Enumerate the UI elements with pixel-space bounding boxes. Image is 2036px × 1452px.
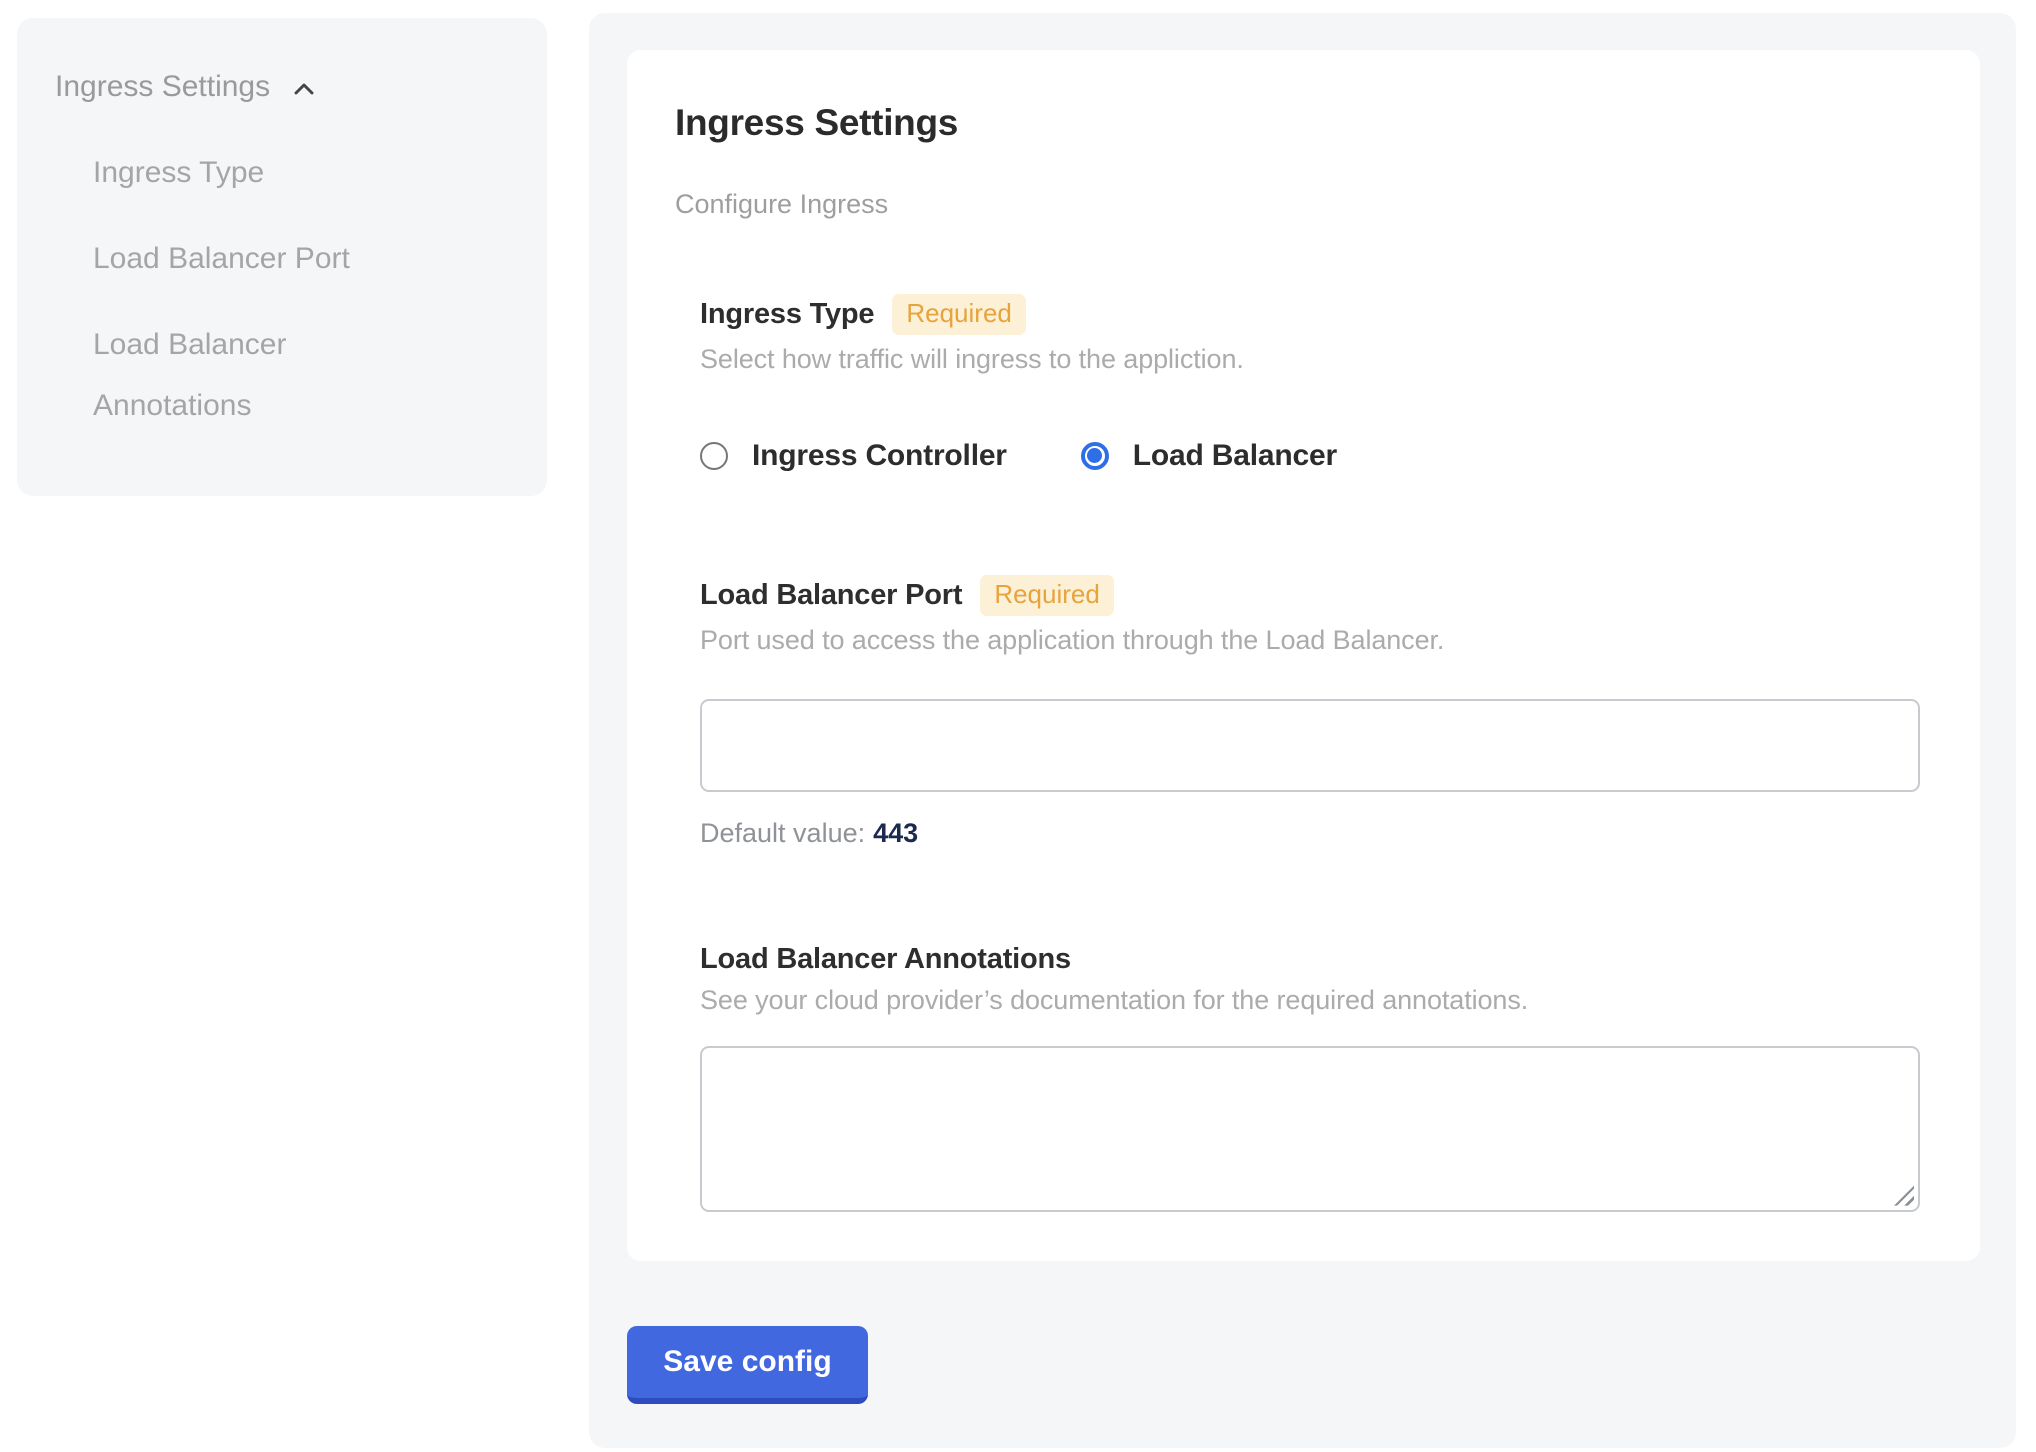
ingress-settings-card: Ingress Settings Configure Ingress Ingre… (627, 50, 1980, 1261)
radio-label-load-balancer: Load Balancer (1133, 439, 1337, 473)
field-description-ingress-type: Select how traffic will ingress to the a… (700, 344, 1920, 375)
field-description-load-balancer-annotations: See your cloud provider’s documentation … (700, 985, 1920, 1016)
field-load-balancer-annotations: Load Balancer Annotations See your cloud… (700, 943, 1920, 1212)
annotations-textarea-wrap (700, 1046, 1920, 1212)
page-title: Ingress Settings (675, 101, 1920, 145)
settings-panel: Ingress Settings Configure Ingress Ingre… (589, 13, 2016, 1448)
ingress-type-radio-group: Ingress Controller Load Balancer (700, 439, 1920, 473)
sidebar-item-load-balancer-annotations[interactable]: Load Balancer Annotations (93, 314, 433, 436)
chevron-up-icon (288, 73, 320, 105)
settings-nav-sidebar: Ingress Settings Ingress Type Load Balan… (17, 18, 547, 496)
field-label-load-balancer-annotations: Load Balancer Annotations (700, 943, 1071, 976)
default-value-hint: Default value: 443 (700, 818, 1920, 849)
required-badge: Required (980, 575, 1114, 616)
sidebar-items: Ingress Type Load Balancer Port Load Bal… (93, 142, 509, 436)
required-badge: Required (892, 294, 1026, 335)
save-config-button[interactable]: Save config (627, 1326, 868, 1404)
field-ingress-type: Ingress Type Required Select how traffic… (700, 294, 1920, 473)
load-balancer-port-input[interactable] (700, 699, 1920, 792)
radio-label-ingress-controller: Ingress Controller (752, 439, 1007, 473)
radio-option-ingress-controller[interactable]: Ingress Controller (700, 439, 1007, 473)
default-value-label: Default value: (700, 818, 865, 848)
field-label-load-balancer-port: Load Balancer Port (700, 579, 962, 612)
page-subtitle: Configure Ingress (675, 189, 1920, 220)
page: Ingress Settings Ingress Type Load Balan… (0, 0, 2036, 1452)
default-value: 443 (873, 818, 918, 848)
field-label-ingress-type: Ingress Type (700, 298, 874, 331)
form-sections: Ingress Type Required Select how traffic… (700, 294, 1920, 1211)
sidebar-section-label: Ingress Settings (55, 56, 270, 117)
radio-button-ingress-controller[interactable] (700, 442, 728, 470)
sidebar-item-ingress-type[interactable]: Ingress Type (93, 142, 433, 203)
field-ingress-type-head: Ingress Type Required (700, 294, 1920, 335)
field-load-balancer-port: Load Balancer Port Required Port used to… (700, 575, 1920, 849)
radio-option-load-balancer[interactable]: Load Balancer (1081, 439, 1337, 473)
sidebar-section-ingress-settings[interactable]: Ingress Settings (55, 56, 509, 117)
sidebar-item-load-balancer-port[interactable]: Load Balancer Port (93, 228, 433, 289)
radio-button-load-balancer[interactable] (1081, 442, 1109, 470)
load-balancer-annotations-textarea[interactable] (700, 1046, 1920, 1212)
field-load-balancer-annotations-head: Load Balancer Annotations (700, 943, 1920, 976)
field-description-load-balancer-port: Port used to access the application thro… (700, 625, 1920, 656)
field-load-balancer-port-head: Load Balancer Port Required (700, 575, 1920, 616)
